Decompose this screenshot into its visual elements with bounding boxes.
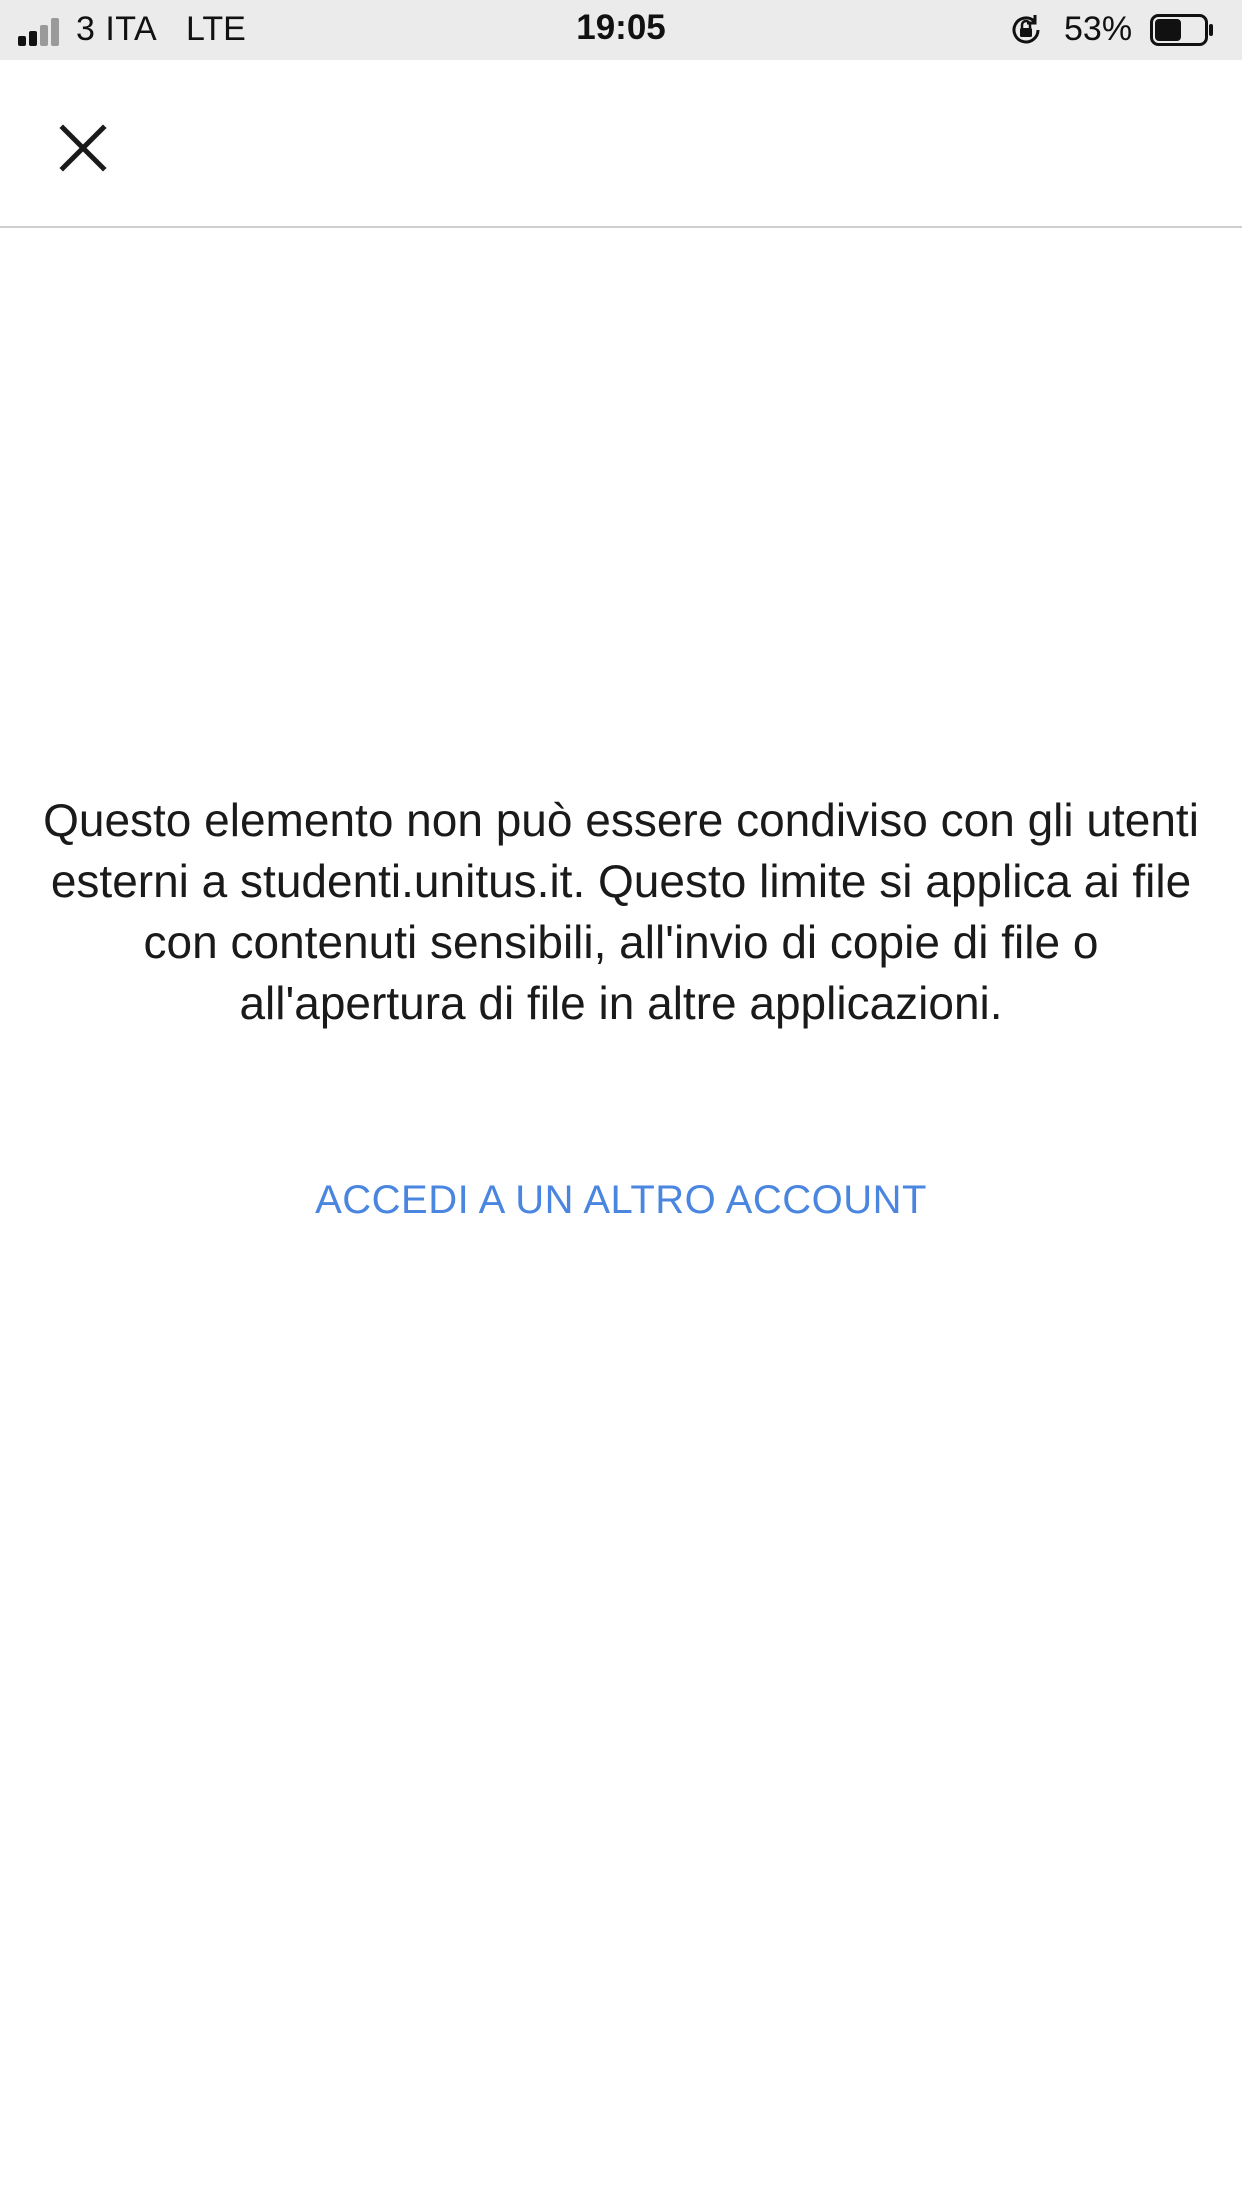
header-bar	[0, 60, 1242, 228]
close-button[interactable]	[40, 105, 126, 191]
sharing-restriction-message: Questo elemento non può essere condiviso…	[43, 794, 1199, 1029]
switch-account-button[interactable]: ACCEDI A UN ALTRO ACCOUNT	[0, 1178, 1242, 1223]
page: 3 ITA LTE 19:05 53% Questo elemento non …	[0, 0, 1242, 2208]
close-icon	[59, 124, 107, 172]
status-bar: 3 ITA LTE 19:05 53%	[0, 0, 1242, 60]
battery-icon	[1150, 14, 1214, 46]
battery-percentage: 53%	[1064, 10, 1133, 48]
status-time: 19:05	[576, 8, 666, 47]
lock-rotation-icon	[1008, 12, 1044, 48]
